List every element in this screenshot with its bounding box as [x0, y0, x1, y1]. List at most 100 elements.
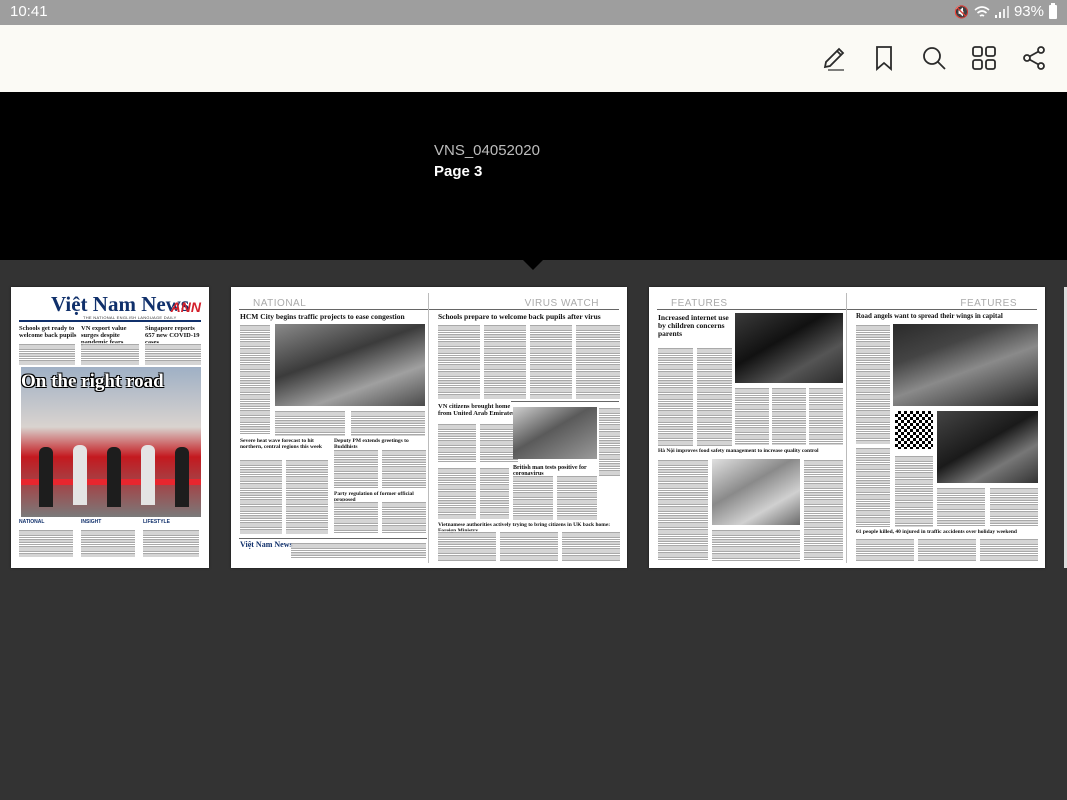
bookmark-icon	[876, 46, 892, 71]
qr-code	[895, 411, 933, 449]
text-column	[658, 459, 708, 561]
text-column	[557, 475, 597, 520]
mute-icon: 🔇	[954, 4, 969, 19]
text-column	[697, 347, 732, 447]
selected-page-pointer	[523, 260, 543, 270]
text-column	[286, 459, 328, 534]
page-thumbnail-front[interactable]: Việt Nam News ANN THE NATIONAL ENGLISH L…	[11, 287, 209, 568]
footer-logo: Việt Nam News	[240, 540, 293, 549]
text-column	[500, 531, 558, 561]
text-column	[562, 531, 620, 561]
headline: HCM City begins traffic projects to ease…	[240, 312, 405, 321]
text-column	[19, 529, 73, 557]
bookmark-button[interactable]	[867, 41, 901, 75]
headline: Road angels want to spread their wings i…	[856, 312, 1003, 320]
section-label: VIRUS WATCH	[524, 298, 599, 309]
text-column	[576, 324, 620, 399]
article-photo	[893, 324, 1038, 406]
text-column	[275, 410, 345, 436]
article-photo	[735, 313, 843, 383]
article-photo	[712, 459, 800, 525]
text-column	[856, 538, 914, 562]
photo-person	[107, 447, 121, 507]
photo-person	[141, 445, 155, 505]
headline: 61 people killed, 40 injured in traffic …	[856, 529, 1017, 535]
footer-national: NATIONAL	[19, 519, 75, 561]
text-column	[856, 324, 890, 444]
text-column	[895, 455, 933, 527]
text-column	[19, 343, 75, 365]
text-column	[804, 459, 843, 561]
text-column	[530, 324, 572, 399]
section-rule	[657, 309, 1037, 310]
reader-toolbar	[0, 25, 1067, 92]
text-column	[334, 501, 378, 534]
wifi-icon	[974, 5, 990, 17]
article-photo	[275, 324, 425, 406]
footer-rule	[239, 538, 427, 539]
text-column	[480, 467, 509, 519]
page-thumbnail-2-3[interactable]: NATIONAL VIRUS WATCH HCM City begins tra…	[231, 287, 627, 568]
share-button[interactable]	[1017, 41, 1051, 75]
issue-header: VNS_04052020 Page 3	[0, 92, 1067, 260]
footer-lifestyle: LIFESTYLE	[143, 519, 201, 561]
page-gutter	[428, 293, 429, 563]
status-bar: 10:41 🔇 93%	[0, 0, 1067, 25]
text-column	[240, 324, 270, 434]
text-column	[438, 324, 480, 399]
text-column	[291, 542, 426, 558]
edit-icon	[823, 47, 845, 71]
photo-person	[175, 447, 189, 507]
text-column	[438, 531, 496, 561]
text-column	[990, 487, 1038, 527]
text-column	[382, 501, 426, 534]
text-column	[145, 343, 201, 365]
text-column	[484, 324, 526, 399]
footer-insight: INSIGHT	[81, 519, 137, 561]
page-gutter	[846, 293, 847, 563]
text-column	[382, 449, 426, 489]
ann-logo: ANN	[170, 299, 201, 315]
text-column	[351, 410, 425, 436]
front-story-1: Schools get ready to welcome back pupils	[19, 325, 77, 339]
text-column	[735, 387, 769, 445]
text-column	[809, 387, 843, 445]
text-column	[438, 467, 476, 519]
text-column	[937, 487, 985, 527]
edit-button[interactable]	[817, 41, 851, 75]
masthead-rule	[19, 320, 201, 322]
search-icon	[923, 47, 946, 70]
article-photo	[937, 411, 1038, 483]
text-column	[599, 407, 620, 477]
section-label: FEATURES	[960, 298, 1017, 309]
headline: Schools prepare to welcome back pupils a…	[438, 312, 601, 321]
text-column	[438, 423, 476, 463]
photo-person	[73, 445, 87, 505]
footer-label: INSIGHT	[81, 519, 102, 525]
status-right: 🔇 93%	[954, 2, 1057, 20]
signal-icon	[994, 5, 1009, 18]
text-column	[513, 475, 553, 520]
page-thumbnail-features[interactable]: FEATURES FEATURES Increased internet use…	[649, 287, 1045, 568]
text-column	[81, 529, 135, 557]
footer-label: NATIONAL	[19, 519, 45, 525]
text-column	[980, 538, 1038, 562]
section-rule	[239, 309, 619, 310]
headline: Increased internet use by children conce…	[658, 313, 729, 338]
text-column	[712, 529, 800, 561]
headline: Hà Nội improves food safety management t…	[658, 448, 819, 454]
search-button[interactable]	[917, 41, 951, 75]
headline: Severe heat wave forecast to hit norther…	[240, 438, 322, 450]
footer-label: LIFESTYLE	[143, 519, 170, 525]
share-icon	[1023, 46, 1045, 70]
battery-icon	[1049, 2, 1057, 19]
text-column	[772, 387, 806, 445]
pages-grid-icon	[972, 46, 996, 70]
text-column	[81, 343, 139, 365]
text-column	[143, 529, 199, 557]
text-column	[658, 347, 693, 447]
text-column	[240, 459, 282, 534]
pages-button[interactable]	[967, 41, 1001, 75]
front-headline: On the right road	[21, 371, 164, 392]
newspaper-logo: Việt Nam News	[51, 292, 190, 316]
